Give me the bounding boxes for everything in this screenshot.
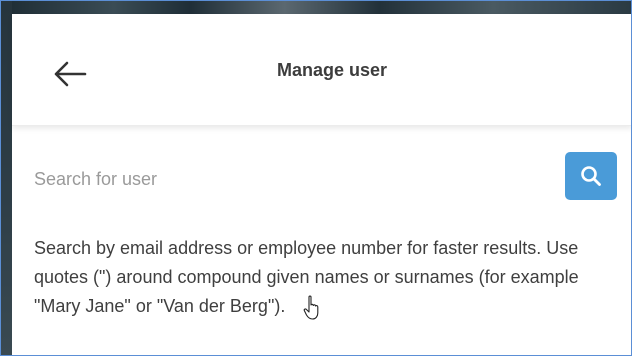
back-button[interactable] — [50, 54, 90, 94]
search-bar — [12, 140, 632, 210]
search-help-text: Search by email address or employee numb… — [34, 238, 579, 316]
search-input[interactable] — [34, 164, 534, 194]
panel-header: Manage user — [12, 14, 632, 126]
arrow-left-icon — [54, 61, 87, 87]
background-image-edge — [0, 0, 12, 356]
manage-user-panel: Manage user Search by email address or e… — [12, 14, 632, 356]
search-button[interactable] — [565, 152, 617, 200]
screen: Manage user Search by email address or e… — [0, 0, 632, 356]
page-title: Manage user — [276, 60, 388, 80]
search-icon — [581, 166, 601, 186]
